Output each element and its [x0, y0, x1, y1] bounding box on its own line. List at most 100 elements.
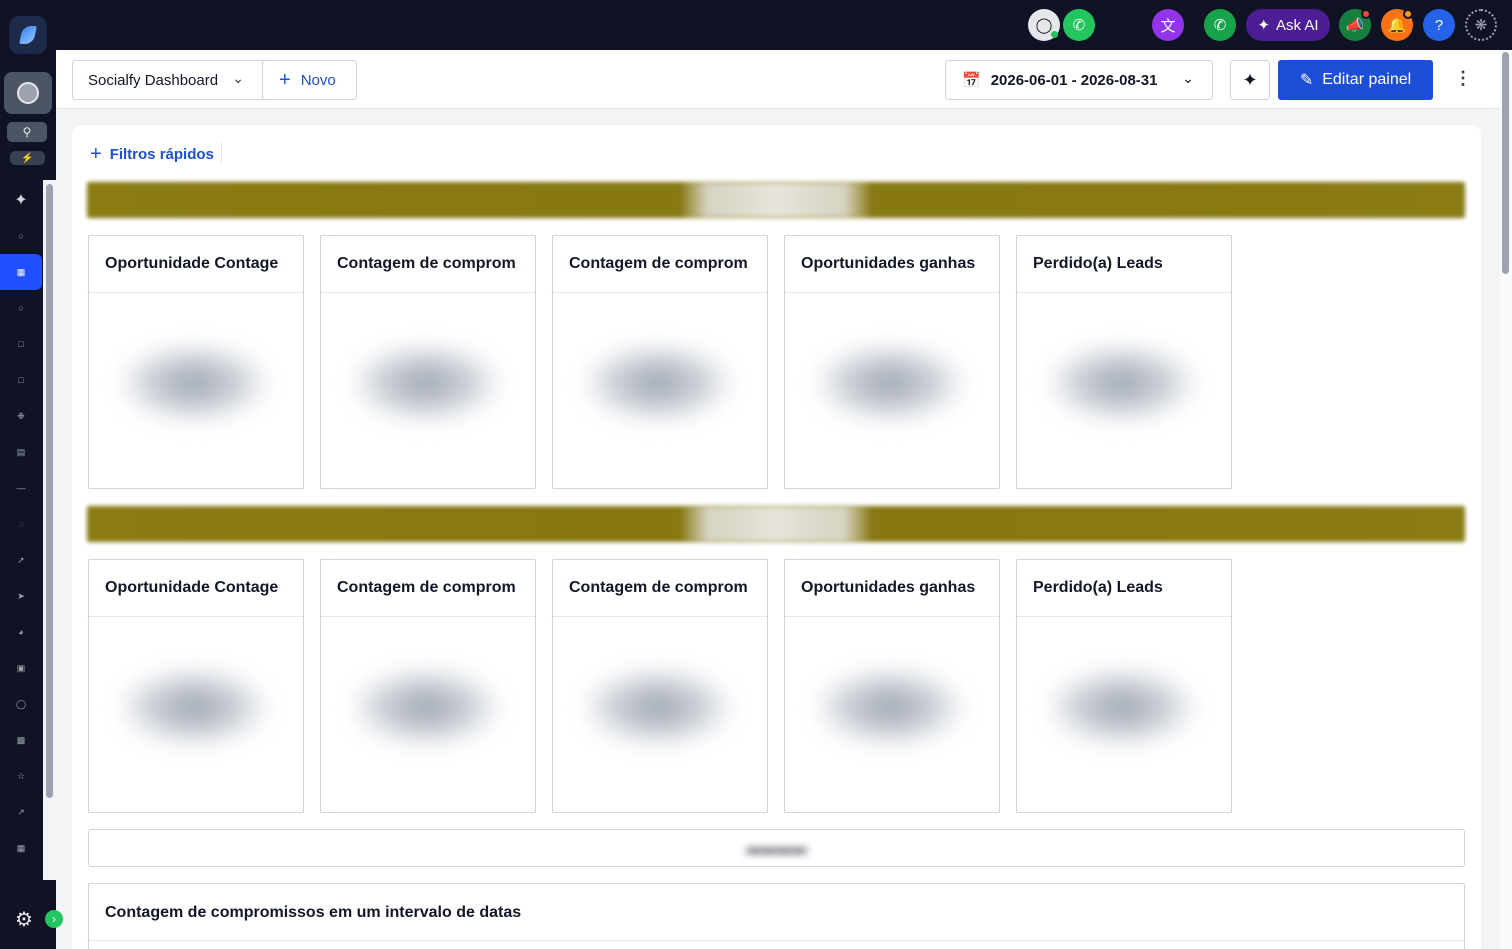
app-logo[interactable]	[9, 16, 47, 54]
settings-icon[interactable]: ⚙	[15, 907, 33, 932]
calendar-icon: 📅	[962, 72, 981, 89]
widget-card[interactable]: Contagem de comprom	[552, 559, 768, 813]
widget-title: Oportunidades ganhas	[785, 560, 999, 617]
sidebar-item-conversations[interactable]: ○	[0, 290, 42, 326]
sidebar-item-ideas[interactable]: ◯	[0, 686, 42, 722]
date-range-picker[interactable]: 📅 2026-06-01 - 2026-08-31 ⌄	[945, 60, 1213, 100]
sidebar-item-payments[interactable]: ▤	[0, 434, 42, 470]
sidebar-scrollbar[interactable]	[43, 180, 56, 880]
sidebar-item-divider: —	[0, 470, 42, 506]
widget-chart-blurred	[119, 667, 269, 747]
sidebar-item-apps[interactable]: ▦	[0, 830, 42, 866]
send-icon: ➤	[17, 590, 25, 601]
widget-card[interactable]: Contagem de comprom	[552, 235, 768, 489]
pencil-icon: ✎	[1299, 72, 1314, 89]
widget-card[interactable]: Contagem de compromissos em um intervalo…	[88, 883, 1465, 949]
translate-button[interactable]: 文	[1152, 9, 1184, 41]
sidebar-item-sites[interactable]: ➤	[0, 578, 42, 614]
announcements-button[interactable]: 📣	[1339, 9, 1371, 41]
widget-card[interactable]: Contagem de comprom	[320, 235, 536, 489]
apps-icon: ▦	[16, 842, 26, 853]
logo-icon	[19, 26, 37, 44]
organization-button[interactable]: ❋	[1465, 9, 1497, 41]
lightbulb-icon: ◯	[15, 698, 27, 709]
sidebar-item-memberships[interactable]: ◕	[0, 614, 42, 650]
notifications-button[interactable]: 🔔	[1381, 9, 1413, 41]
marketing-icon: ◌	[18, 519, 24, 529]
section-header	[87, 182, 1465, 218]
widget-card[interactable]: Oportunidade Contage	[88, 559, 304, 813]
plus-icon: +	[279, 68, 291, 91]
widget-body	[1017, 617, 1231, 812]
summary-value-blurred: ▬▬▬▬	[746, 839, 807, 857]
widget-card[interactable]: Perdido(a) Leads	[1016, 559, 1232, 813]
top-bar: ◯ ✆ 文 ✆ ✦ Ask AI 📣 🔔 ? ❋	[56, 0, 1512, 50]
phone-button[interactable]: ✆	[1204, 9, 1236, 41]
help-button[interactable]: ?	[1423, 9, 1455, 41]
new-dashboard-button[interactable]: + Novo	[262, 60, 357, 100]
quick-actions-button[interactable]: ⚡	[10, 151, 45, 165]
widget-body	[785, 293, 999, 488]
sidebar-item-reviews[interactable]: ☆	[0, 758, 42, 794]
widget-card[interactable]: Perdido(a) Leads	[1016, 235, 1232, 489]
widget-card[interactable]: Oportunidade Contage	[88, 235, 304, 489]
magic-wand-icon: ✦	[1242, 69, 1258, 90]
expand-sidebar-button[interactable]: ›	[45, 910, 63, 928]
more-options-icon[interactable]: ⋮	[1454, 68, 1472, 89]
sidebar-search-button[interactable]: ⚲	[7, 122, 47, 142]
funnel-icon: ❉	[17, 410, 25, 421]
sidebar-item-reporting[interactable]: ↗	[0, 794, 42, 830]
widget-title: Perdido(a) Leads	[1017, 236, 1231, 293]
sidebar-item-opportunities[interactable]: ❉	[0, 398, 42, 434]
widget-title: Perdido(a) Leads	[1017, 560, 1231, 617]
dashboard-name: Socialfy Dashboard	[88, 71, 219, 89]
grid-icon: ▦	[16, 266, 26, 277]
ai-insights-button[interactable]: ✦	[1230, 60, 1270, 100]
plus-icon: +	[90, 143, 102, 165]
account-switcher[interactable]	[4, 72, 52, 114]
memberships-icon: ◕	[18, 627, 24, 637]
widget-chart-blurred	[583, 667, 733, 747]
widget-title: Oportunidade Contage	[89, 236, 303, 293]
chat-icon: ◯	[1035, 17, 1053, 34]
dashboard-select[interactable]: Socialfy Dashboard ⌄	[72, 60, 263, 100]
sidebar-item-calendar[interactable]: □	[0, 326, 42, 362]
launchpad-icon: ○	[18, 231, 24, 241]
sidebar-scrollbar-thumb[interactable]	[46, 184, 53, 798]
widget-title: Contagem de compromissos em um intervalo…	[89, 884, 1464, 941]
chevron-down-icon: ⌄	[232, 70, 244, 86]
widget-card[interactable]: Oportunidades ganhas	[784, 559, 1000, 813]
widget-body	[1017, 293, 1231, 488]
whatsapp-button[interactable]: ✆	[1063, 9, 1095, 41]
sidebar-item-media[interactable]: ▣	[0, 650, 42, 686]
media-icon: ▣	[16, 662, 26, 673]
sidebar-item-contacts[interactable]: □	[0, 362, 42, 398]
image-icon: ▩	[16, 734, 26, 745]
ask-ai-button[interactable]: ✦ Ask AI	[1246, 9, 1330, 41]
quick-filters-button[interactable]: + Filtros rápidos	[90, 143, 214, 166]
widget-body	[553, 293, 767, 488]
widget-card[interactable]: Oportunidades ganhas	[784, 235, 1000, 489]
summary-widget[interactable]: ▬▬▬▬	[88, 829, 1465, 867]
automation-icon: ➚	[17, 554, 25, 565]
sidebar-item-marketing[interactable]: ◌	[0, 506, 42, 542]
dashboard-panel: + Filtros rápidos Oportunidade Contage C…	[72, 125, 1481, 949]
widget-body	[553, 617, 767, 812]
chat-widget-button[interactable]: ◯	[1028, 9, 1060, 41]
page-scrollbar[interactable]	[1500, 50, 1512, 949]
sidebar-item-automation[interactable]: ➚	[0, 542, 42, 578]
date-range-value: 2026-06-01 - 2026-08-31	[990, 71, 1158, 89]
widget-card[interactable]: Contagem de comprom	[320, 559, 536, 813]
megaphone-icon: 📣	[1345, 17, 1365, 34]
search-icon: ⚲	[22, 125, 32, 139]
edit-dashboard-button[interactable]: ✎ Editar painel	[1278, 60, 1433, 100]
widget-title: Oportunidades ganhas	[785, 236, 999, 293]
sidebar-item-reputation[interactable]: ▩	[0, 722, 42, 758]
sidebar-item-dashboard[interactable]: ▦	[0, 254, 42, 290]
page-scrollbar-thumb[interactable]	[1502, 52, 1509, 274]
chevron-right-icon: ›	[52, 912, 56, 926]
sidebar: ⚲ ⚡ ✦ ○ ▦ ○ □ □ ❉ ▤ — ◌ ➚ ➤ ◕ ▣ ◯ ▩ ☆ ↗ …	[0, 0, 63, 949]
widget-chart-blurred	[1047, 667, 1197, 747]
sidebar-item-launchpad[interactable]: ○	[0, 218, 42, 254]
sidebar-item-ai[interactable]: ✦	[0, 182, 42, 218]
